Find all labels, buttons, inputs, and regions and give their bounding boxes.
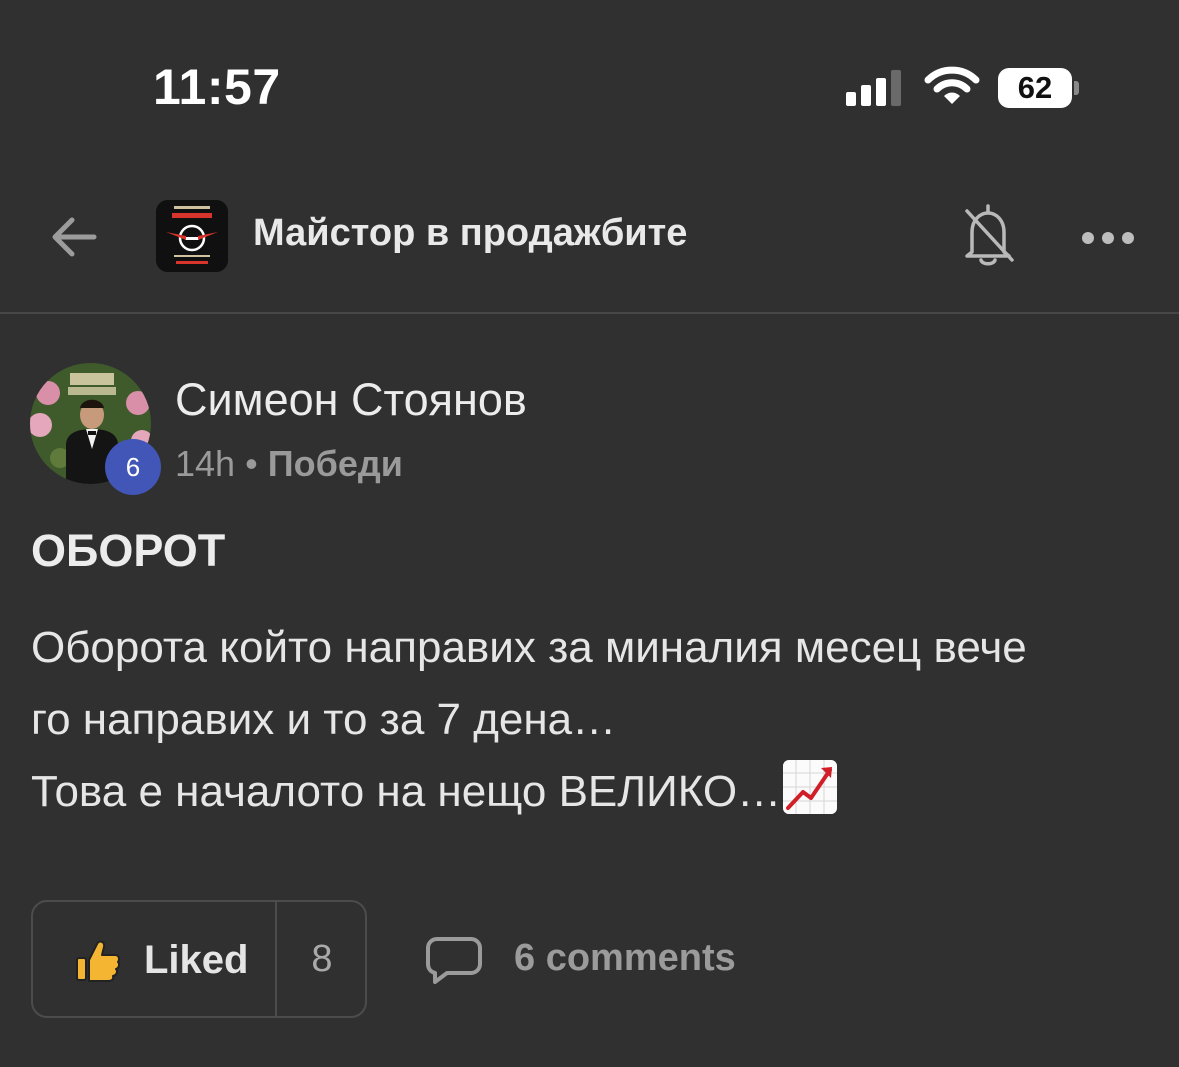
status-time: 11:57 [153, 59, 281, 115]
header-divider [0, 312, 1179, 314]
like-button[interactable]: Liked [33, 902, 275, 1016]
meta-separator: • [245, 443, 258, 484]
like-control: Liked 8 [31, 900, 367, 1018]
post-body-line: Това е началото на нещо ВЕЛИКО… [31, 756, 1151, 828]
comments-label: 6 comments [514, 937, 736, 979]
comments-button[interactable]: 6 comments [425, 930, 765, 994]
muted-bell-icon[interactable] [960, 202, 1016, 268]
post-body-text: Това е началото на нещо ВЕЛИКО… [31, 767, 782, 816]
chart-increasing-icon [783, 760, 838, 814]
battery-icon: 62 [998, 68, 1079, 108]
author-name[interactable]: Симеон Стоянов [175, 374, 527, 426]
like-count[interactable]: 8 [277, 938, 367, 981]
wifi-icon [924, 66, 980, 104]
thumbs-up-icon [76, 940, 121, 982]
battery-level: 62 [1017, 70, 1053, 105]
group-title[interactable]: Майстор в продажбите [253, 212, 687, 255]
post-body: Оборота който направих за миналия месец … [31, 612, 1151, 828]
more-options-icon[interactable] [1080, 226, 1136, 250]
back-arrow-icon[interactable] [48, 211, 100, 263]
group-logo-icon[interactable] [156, 200, 228, 272]
post-body-line: го направих и то за 7 дена… [31, 695, 617, 744]
post-category[interactable]: Победи [268, 443, 403, 484]
level-badge: 6 [105, 439, 161, 495]
post-screen: 11:57 62 Майстор в продажбите 6 Симеон С… [0, 0, 1179, 1067]
like-label: Liked [144, 938, 249, 982]
post-title: ОБОРОТ [31, 525, 226, 576]
cellular-signal-icon [846, 70, 906, 106]
comment-bubble-icon [426, 937, 482, 984]
post-body-line: Оборота който направих за миналия месец … [31, 623, 1027, 672]
post-meta: 14h • Победи [175, 443, 403, 485]
post-time: 14h [175, 443, 236, 484]
